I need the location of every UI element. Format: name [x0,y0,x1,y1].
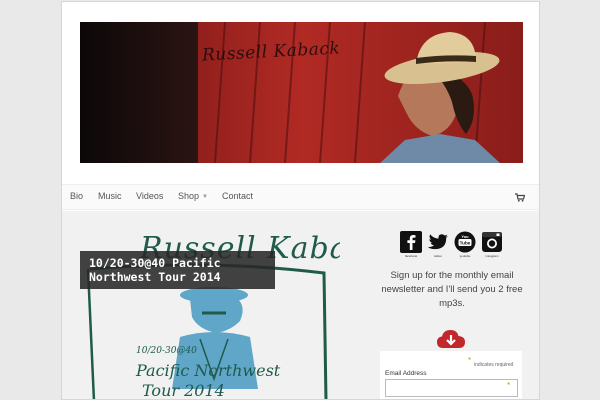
page: Russell Kaback Bio Music Videos Shop ▼ Co… [61,1,540,400]
shopping-cart-icon[interactable] [515,193,525,202]
newsletter-form: * indicates required Email Address * [380,351,522,399]
twitter-label: twitter [433,254,442,258]
facebook-icon[interactable] [400,231,422,253]
poster-year: Tour 2014 [142,381,225,400]
facebook-label: facebook [404,254,418,258]
email-required-star: * [507,381,511,390]
poster-date: 10/20-30@40 [136,346,197,356]
required-note: indicates required [474,362,514,368]
nav-item-videos[interactable]: Videos [136,191,163,201]
twitter-icon[interactable] [427,231,449,253]
instagram-icon[interactable] [481,231,503,253]
youtube-icon[interactable]: Tube You [454,231,476,253]
nav-item-bio[interactable]: Bio [70,191,83,201]
newsletter-signup-text: Sign up for the monthly email newsletter… [381,270,523,309]
instagram-label: instagram [485,254,499,258]
nav-item-shop-label: Shop [178,191,200,201]
post-title[interactable]: 10/20-30@40 Pacific Northwest Tour 2014 [80,251,275,289]
nav-item-music[interactable]: Music [98,191,122,201]
content-area: Russell Kaback 10/20-30@40 Pacific North… [62,211,539,400]
svg-text:Tube: Tube [460,241,471,246]
svg-text:You: You [461,234,469,239]
email-label: Email Address [385,370,427,377]
nav-item-shop[interactable]: Shop ▼ [178,191,208,201]
social-links: Tube You facebook twitter youtube instag… [400,231,510,258]
nav-item-contact[interactable]: Contact [222,191,253,201]
poster-subtitle: Pacific Northwest [136,361,281,380]
required-star: * [468,356,472,365]
cloud-download-icon[interactable] [436,328,466,352]
email-field[interactable] [385,379,518,397]
youtube-label: youtube [459,254,471,258]
main-nav: Bio Music Videos Shop ▼ Contact [62,184,539,210]
chevron-down-icon: ▼ [202,193,208,200]
